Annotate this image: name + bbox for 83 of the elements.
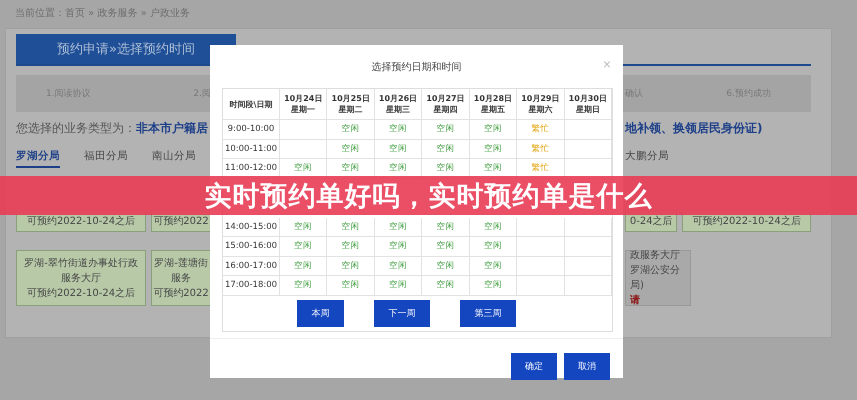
empty-slot-cell: [517, 218, 565, 237]
branch-tab[interactable]: 罗湖分局: [16, 149, 60, 168]
slot-cell[interactable]: 空闲: [422, 218, 470, 237]
page-header: 预约申请»选择预约时间: [16, 34, 236, 64]
close-button[interactable]: ×: [600, 57, 613, 71]
time-cell: 15:00-16:00: [223, 237, 280, 256]
slot-cell[interactable]: 空闲: [422, 256, 470, 276]
slot-cell[interactable]: 空闲: [422, 276, 470, 296]
time-cell: 16:00-17:00: [223, 256, 280, 276]
card-text: 可预约2022: [153, 286, 209, 300]
business-type-value: 地补领、换领居民身份证): [625, 120, 762, 136]
slot-cell[interactable]: 繁忙: [517, 120, 565, 140]
dialog-button[interactable]: 确定: [511, 352, 557, 380]
card-text: 服务: [171, 272, 191, 286]
slot-cell[interactable]: 空闲: [280, 276, 328, 296]
column-header: 时间段\日期: [223, 89, 280, 120]
slot-cell[interactable]: 空闲: [327, 256, 375, 276]
column-header: 10月30日 星期日: [564, 89, 612, 120]
slot-cell[interactable]: 空闲: [470, 140, 518, 159]
slot-cell[interactable]: 空闲: [327, 218, 375, 237]
slot-cell[interactable]: 空闲: [327, 276, 375, 296]
branch-tab[interactable]: 福田分局: [84, 149, 128, 168]
card-text: 可预约2022-10-24之后: [692, 214, 801, 229]
dialog-title: 选择预约日期和时间: [372, 60, 462, 74]
card-text: 可预约2022-10-24之后: [26, 286, 136, 300]
column-header: 10月26日 星期三: [374, 89, 422, 120]
slot-cell[interactable]: 空闲: [422, 120, 470, 140]
business-type-value: 非本市户籍居: [136, 120, 208, 136]
slot-cell[interactable]: 空闲: [422, 140, 470, 159]
slot-cell[interactable]: 繁忙: [517, 140, 565, 159]
slot-cell[interactable]: 空闲: [374, 237, 422, 256]
empty-slot-cell: [517, 237, 565, 256]
branch-tab[interactable]: 南山分局: [152, 149, 196, 168]
empty-slot-cell: [517, 276, 565, 296]
column-header: 10月24日 星期一: [280, 89, 328, 120]
column-header: 10月27日 星期四: [422, 89, 470, 120]
time-cell: 17:00-18:00: [223, 276, 280, 296]
card-text: 服务大厅: [61, 272, 101, 286]
card-text: 可预约2022-10-24之后: [26, 214, 136, 229]
slot-cell[interactable]: 空闲: [422, 237, 470, 256]
slot-cell[interactable]: 空闲: [470, 276, 518, 296]
slot-cell[interactable]: 空闲: [470, 237, 518, 256]
service-card[interactable]: 政服务大厅 罗湖公安分 局) 请: [625, 250, 691, 306]
slot-cell[interactable]: 空闲: [374, 218, 422, 237]
slot-cell[interactable]: 空闲: [327, 120, 375, 140]
time-cell: 14:00-15:00: [223, 218, 280, 237]
column-header: 10月29日 星期六: [517, 89, 565, 120]
slot-cell[interactable]: 空闲: [280, 218, 328, 237]
empty-slot-cell: [280, 120, 328, 140]
slot-cell[interactable]: 空闲: [374, 276, 422, 296]
time-cell: 9:00-10:00: [223, 120, 280, 140]
business-type-label: 您选择的业务类型为：: [16, 120, 136, 136]
service-card[interactable]: 罗湖-翠竹街道办事处行政 服务大厅 可预约2022-10-24之后: [16, 250, 146, 306]
dialog-button[interactable]: 取消: [564, 352, 610, 380]
slot-cell[interactable]: 空闲: [327, 237, 375, 256]
breadcrumb: 当前位置：首页 » 政务服务 » 户政业务: [14, 6, 191, 21]
card-text: 政服务大厅: [630, 248, 680, 263]
slot-cell[interactable]: 空闲: [470, 256, 518, 276]
time-cell: 10:00-11:00: [223, 140, 280, 159]
slot-cell[interactable]: 空闲: [470, 218, 518, 237]
week-button[interactable]: 本周: [297, 300, 344, 326]
empty-slot-cell: [280, 140, 328, 159]
service-card[interactable]: 罗湖-莲塘街 服务 可预约2022: [151, 250, 211, 306]
card-text: 罗湖公安分: [630, 264, 680, 278]
branch-tab[interactable]: 大鹏分局: [625, 149, 669, 168]
slot-cell[interactable]: 空闲: [374, 140, 422, 159]
column-header: 10月28日 星期五: [470, 89, 518, 120]
slot-cell[interactable]: 空闲: [280, 237, 328, 256]
card-text: 0-24之后: [630, 214, 673, 229]
slot-cell[interactable]: 空闲: [374, 256, 422, 276]
slot-cell[interactable]: 空闲: [470, 120, 518, 140]
slot-cell[interactable]: 空闲: [280, 256, 328, 276]
week-button[interactable]: 第三周: [460, 300, 516, 326]
column-header: 10月25日 星期二: [327, 89, 375, 120]
week-button[interactable]: 下一周: [374, 300, 430, 326]
card-text: 罗湖-翠竹街道办事处行政: [24, 256, 138, 270]
apply-link[interactable]: 请: [630, 293, 640, 308]
empty-slot-cell: [517, 256, 565, 276]
card-text: 罗湖-莲塘街: [154, 256, 208, 270]
title-banner: 实时预约单好吗，实时预约单是什么: [0, 176, 857, 215]
slot-cell[interactable]: 空闲: [327, 140, 375, 159]
slot-cell[interactable]: 空闲: [374, 120, 422, 140]
card-text: 局): [630, 279, 644, 293]
